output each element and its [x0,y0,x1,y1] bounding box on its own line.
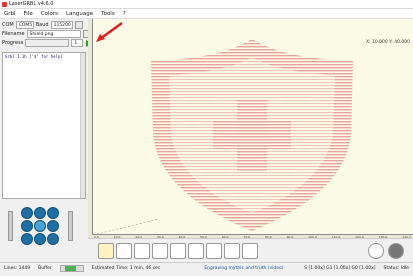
center-icon[interactable] [170,243,186,259]
home-icon[interactable] [224,243,240,259]
lines-count: Lines: 1449 [4,266,31,271]
estimated-time: Estimated Time: 1 min, 46 sec [91,266,161,271]
buffer-progress [59,265,84,272]
menu-help[interactable]: ? [119,11,130,17]
jog-home-button[interactable] [34,220,46,232]
jog-right-button[interactable] [47,220,59,232]
jog-down-left-button[interactable] [21,233,33,245]
connect-button[interactable] [74,21,83,29]
jog-left-button[interactable] [21,220,33,232]
shield-preview [92,39,353,236]
power-icon[interactable] [388,243,404,259]
annotation-arrow-icon [96,21,123,42]
jog-up-right-button[interactable] [47,207,59,219]
menu-grbl[interactable]: Grbl [0,11,20,17]
cursor-coords: X: 10.000 Y: 40.000 [365,40,410,45]
menu-file[interactable]: File [20,11,37,17]
menu-bar: Grbl File Colors Language Tools ? [0,9,413,19]
lock-icon[interactable] [134,243,150,259]
status-message: Engraving mythic and truth (video) [204,266,284,271]
app-icon [2,1,7,7]
console-line: Grbl 1.1h ['$' for help] [5,54,63,59]
buffer-label: Buffer [38,266,52,271]
console-log[interactable]: Grbl 1.1h ['$' for help] [2,52,86,199]
filename-label: Filename [2,31,25,37]
vertical-ruler [88,19,93,238]
step-slider[interactable] [68,211,73,241]
filename-row: Filename Shield.png [2,30,91,38]
connection-row: COM COM5 Baud 115200 [2,21,83,29]
speed-slider[interactable] [8,211,13,241]
bottom-toolbar [88,238,413,263]
port-select[interactable]: COM5 [15,21,34,29]
cross-horizontal [213,121,291,149]
override-values: S [1.00x] G1 [1.00x] G0 [1.00x] [304,266,376,271]
window-title: LaserGRBL v4.6.0 [9,1,54,7]
menu-tools[interactable]: Tools [97,11,119,17]
jog-down-button[interactable] [34,233,46,245]
progress-row: Progress 1 [2,39,93,47]
zero-icon[interactable] [152,243,168,259]
reset-icon[interactable] [206,243,222,259]
machine-status: Status: Idle [383,266,410,271]
copies-field[interactable]: 1 [71,39,84,47]
lightning-icon[interactable] [98,243,114,259]
light-icon[interactable] [242,243,258,259]
progress-label: Progress [2,40,24,46]
port-label: COM [2,22,14,28]
jog-up-button[interactable] [34,207,46,219]
jog-down-right-button[interactable] [47,233,59,245]
title-bar: LaserGRBL v4.6.0 [0,0,413,9]
rapid-path [92,218,160,236]
baud-select[interactable]: 115200 [50,21,73,29]
left-panel: COM COM5 Baud 115200 Filename Shield.png… [0,19,93,274]
menu-colors[interactable]: Colors [37,11,62,17]
jog-up-left-button[interactable] [21,207,33,219]
status-bar: Lines: 1449 Buffer Estimated Time: 1 min… [0,262,413,274]
frame-icon[interactable] [188,243,204,259]
progress-field [25,39,70,47]
jog-icon[interactable] [368,243,384,259]
menu-language[interactable]: Language [62,11,97,17]
unlock-icon[interactable] [116,243,132,259]
baud-label: Baud [35,22,49,28]
console-scrollbar[interactable] [80,53,85,198]
preview-canvas[interactable]: X: 10.000 Y: 40.000 [88,19,413,238]
filename-field[interactable]: Shield.png [26,30,81,38]
